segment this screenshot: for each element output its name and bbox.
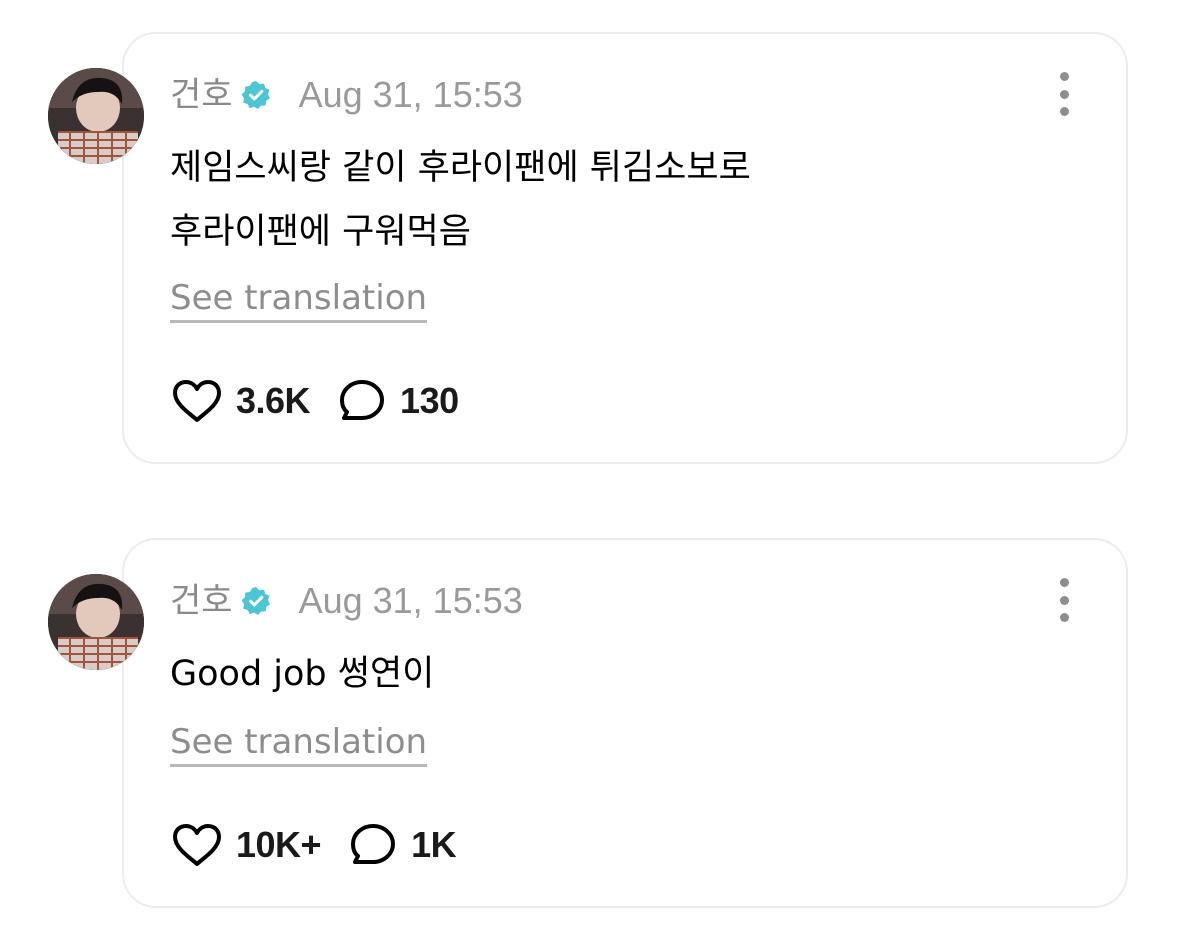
see-translation-link[interactable]: See translation (170, 278, 428, 323)
username[interactable]: 건호 (170, 72, 233, 118)
post-text: Good job 썽연이 (170, 654, 435, 694)
more-dot (1059, 107, 1069, 116)
action-bar: 10K+ 1K (172, 820, 484, 870)
see-translation-link[interactable]: See translation (170, 722, 428, 767)
username[interactable]: 건호 (170, 578, 233, 624)
reply-count: 130 (400, 380, 459, 421)
like-count: 10K+ (236, 824, 322, 865)
post-header: 건호 Aug 31, 15:53 (170, 578, 523, 624)
more-options-button[interactable] (1054, 72, 1074, 116)
reply-button[interactable]: 1K (349, 823, 457, 867)
verified-badge-icon (241, 80, 271, 110)
more-dot (1059, 613, 1069, 622)
reply-count: 1K (411, 824, 457, 865)
post-text: 제임스씨랑 같이 후라이팬에 튀김소보로 후라이팬에 구워먹음 (170, 148, 751, 252)
more-dot (1059, 89, 1069, 99)
more-dot (1059, 595, 1069, 605)
more-options-button[interactable] (1054, 578, 1074, 622)
speech-bubble-icon (340, 380, 385, 420)
heart-icon (173, 380, 221, 422)
post-card[interactable]: 건호 Aug 31, 15:53 Good job 썽연이 See transl… (48, 538, 1128, 908)
avatar[interactable] (48, 68, 144, 164)
like-button[interactable]: 3.6K (172, 379, 311, 423)
like-count: 3.6K (236, 380, 311, 421)
timestamp: Aug 31, 15:53 (298, 74, 523, 115)
speech-bubble-icon (351, 824, 396, 864)
like-button[interactable]: 10K+ (172, 823, 322, 867)
verified-badge-icon (241, 586, 271, 616)
more-vertical-icon (1059, 578, 1069, 587)
avatar[interactable] (48, 574, 144, 670)
post-header: 건호 Aug 31, 15:53 (170, 72, 523, 118)
heart-icon (173, 824, 221, 866)
reply-button[interactable]: 130 (338, 379, 459, 423)
post-card[interactable]: 건호 Aug 31, 15:53 제임스씨랑 같이 후라이팬에 튀김소보로 후라… (48, 32, 1128, 464)
timestamp: Aug 31, 15:53 (298, 580, 523, 621)
action-bar: 3.6K 130 (172, 376, 487, 426)
more-vertical-icon (1059, 72, 1069, 81)
